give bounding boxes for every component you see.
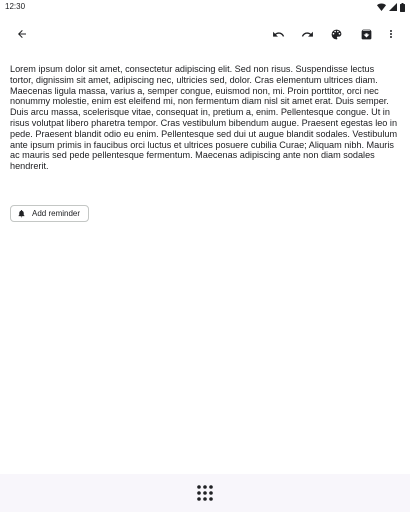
more-options-button[interactable] [379, 22, 403, 46]
redo-button[interactable] [295, 22, 319, 46]
archive-icon [360, 28, 373, 41]
battery-icon [400, 2, 405, 12]
back-button[interactable] [10, 22, 34, 46]
arrow-back-icon [16, 28, 28, 40]
add-reminder-label: Add reminder [32, 209, 81, 218]
note-body-text[interactable]: Lorem ipsum dolor sit amet, consectetur … [10, 64, 400, 172]
more-vert-icon [385, 28, 397, 40]
status-bar: 12:30 [0, 0, 410, 14]
signal-icon [389, 3, 397, 11]
palette-icon [330, 28, 343, 41]
apps-grid-button[interactable] [196, 484, 214, 502]
palette-button[interactable] [324, 22, 348, 46]
apps-grid-icon [196, 485, 214, 506]
bell-icon [17, 209, 26, 218]
app-toolbar [0, 18, 410, 50]
add-reminder-chip[interactable]: Add reminder [10, 205, 89, 222]
status-time: 12:30 [5, 2, 26, 11]
undo-icon [272, 28, 285, 41]
status-icons [377, 2, 405, 12]
wifi-icon [377, 3, 386, 11]
bottom-bar [0, 474, 410, 512]
undo-button[interactable] [266, 22, 290, 46]
archive-button[interactable] [354, 22, 378, 46]
redo-icon [301, 28, 314, 41]
